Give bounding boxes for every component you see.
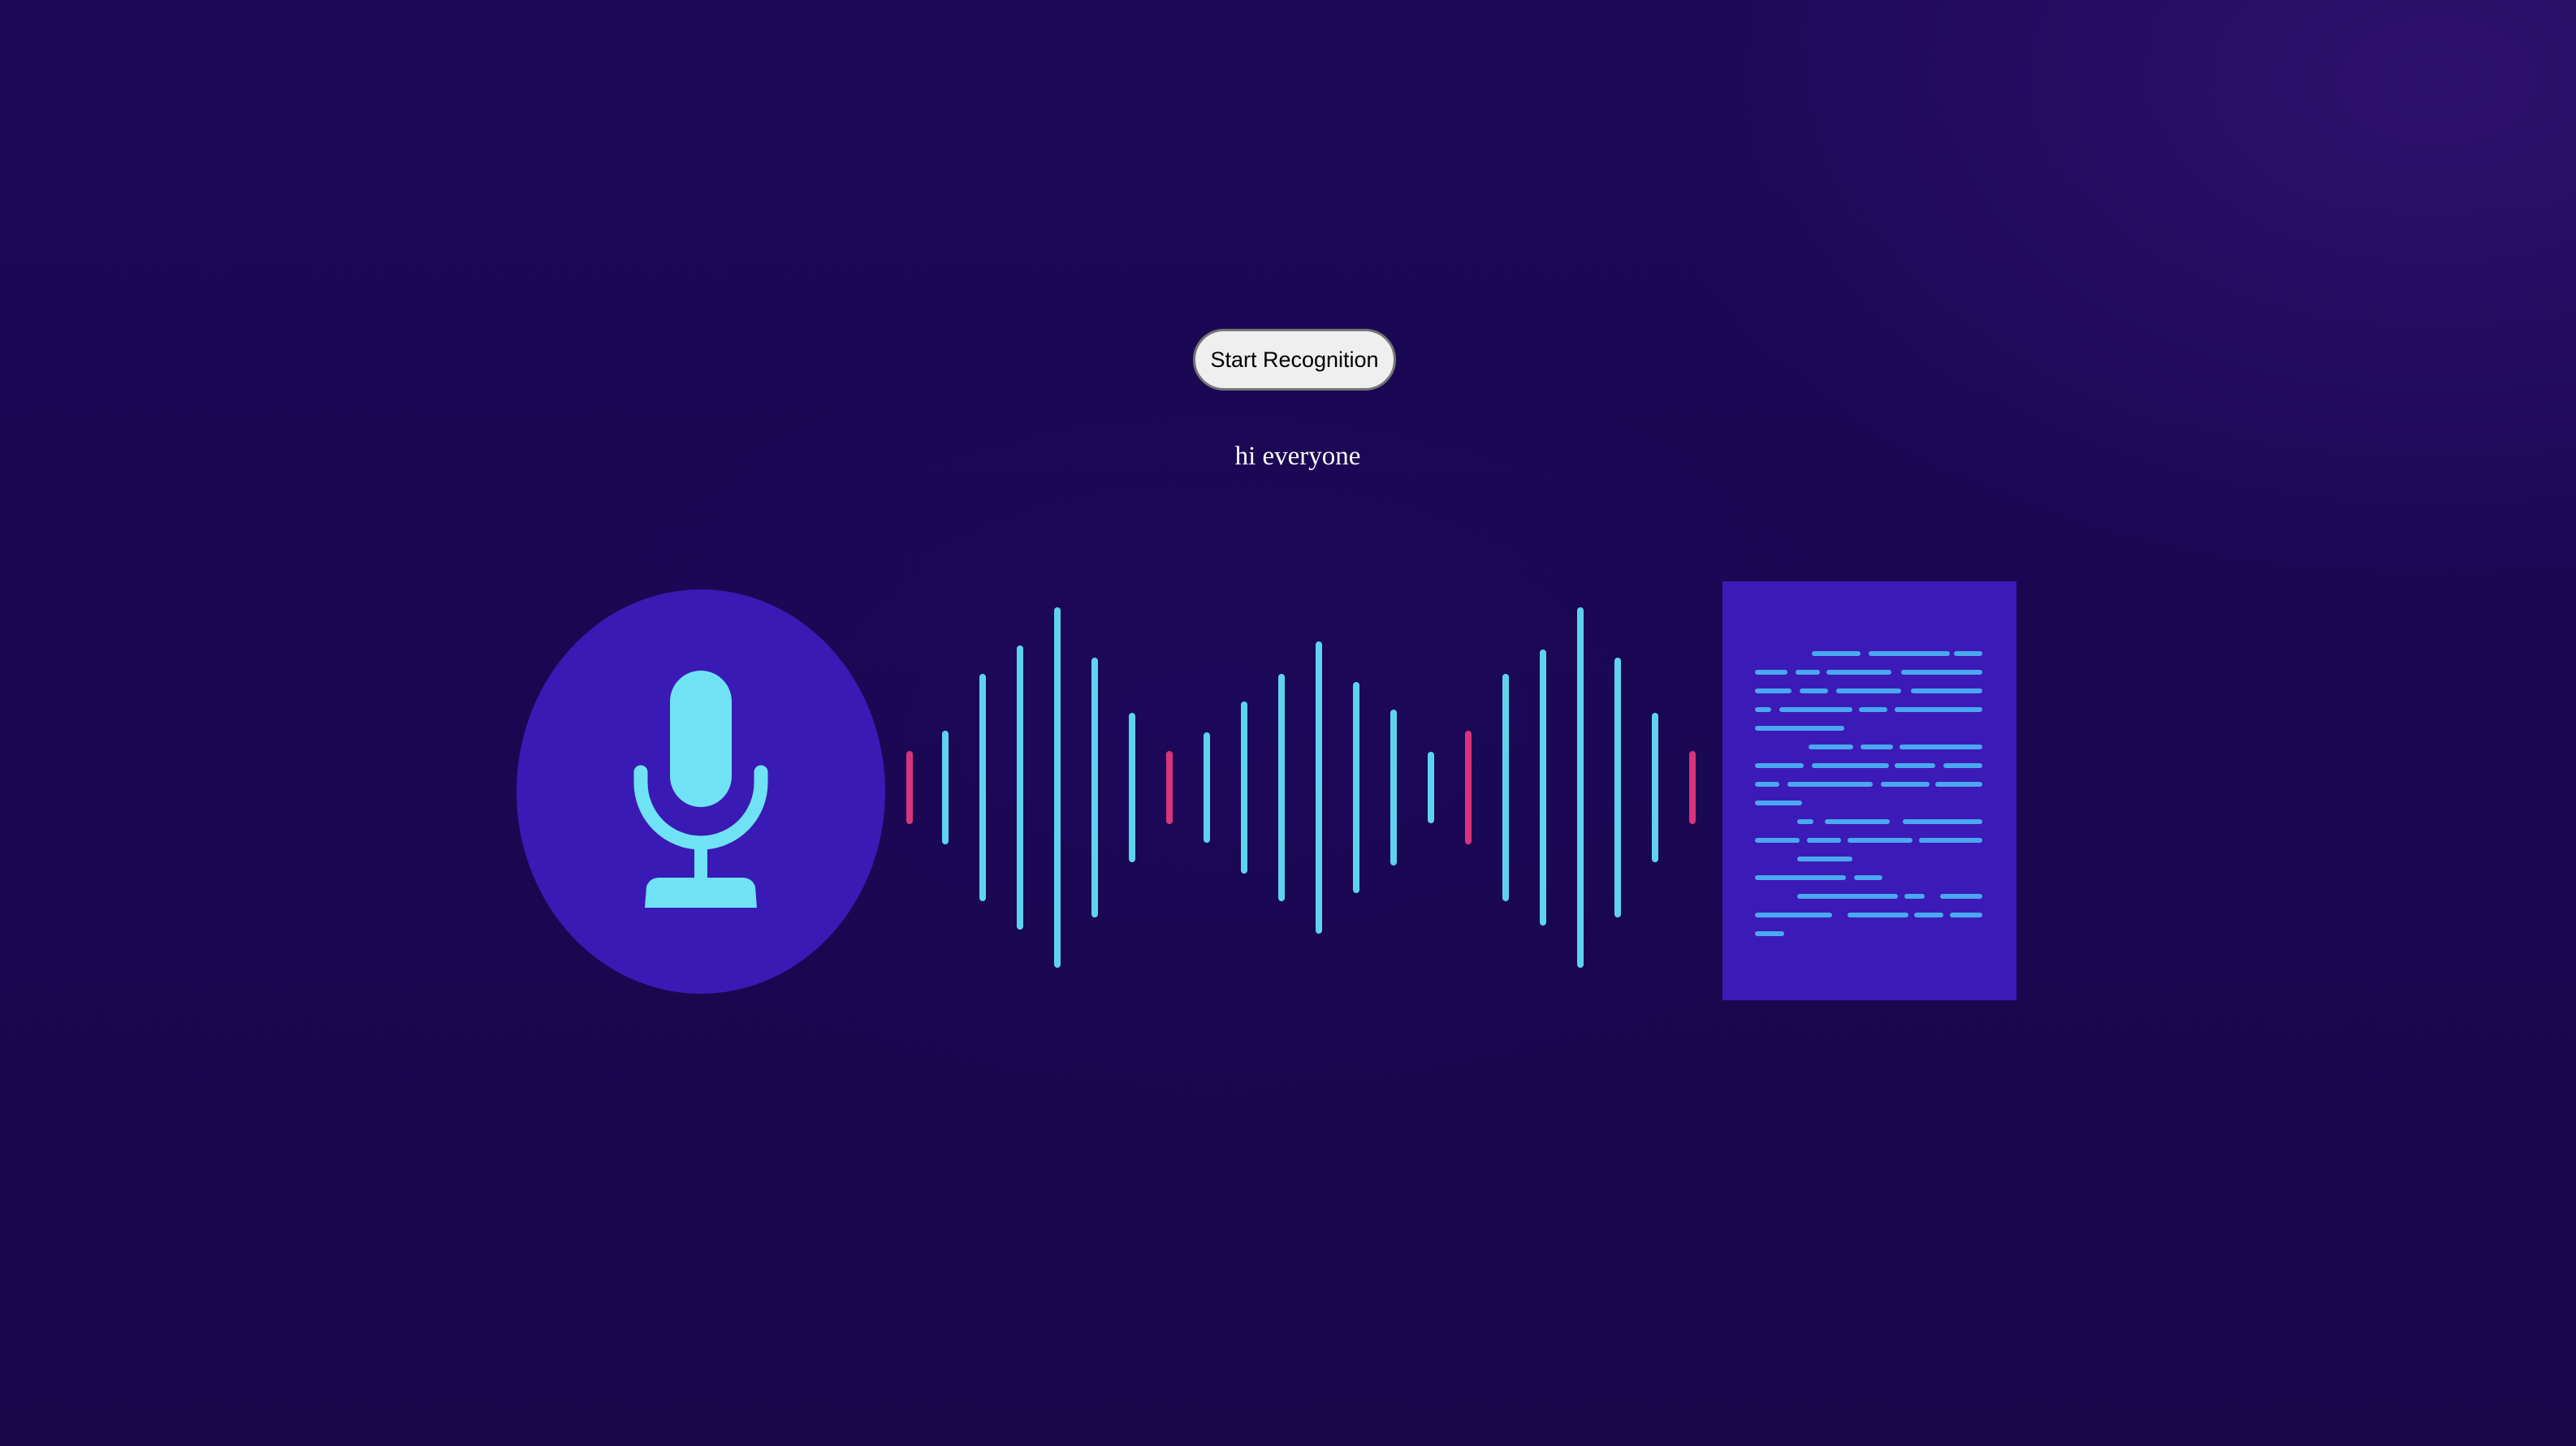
wave-bar <box>1614 658 1621 917</box>
sound-wave <box>906 607 1696 968</box>
document-text-line <box>1812 651 1861 656</box>
document-text-line <box>1755 875 1846 880</box>
document-text-line <box>1940 894 1982 899</box>
document-text-line <box>1900 745 1982 749</box>
document-text-line <box>1755 670 1787 675</box>
wave-bar <box>906 751 913 824</box>
document-text-line <box>1859 707 1887 712</box>
transcript-text: hi everyone <box>1234 442 1361 471</box>
document-text-line <box>1797 894 1898 899</box>
document-text-line <box>1755 931 1784 936</box>
document-text-line <box>1787 782 1873 787</box>
document-text-line <box>1895 763 1935 768</box>
document-text-line <box>1825 819 1890 824</box>
document-text-line <box>1943 763 1982 768</box>
document-text-line <box>1800 688 1828 693</box>
document-text-line <box>1807 838 1841 843</box>
document-text-line <box>1881 782 1930 787</box>
wave-bar <box>1278 674 1285 901</box>
document-text-line <box>1755 913 1832 917</box>
document-text-line <box>1812 763 1889 768</box>
document-text-line <box>1755 763 1804 768</box>
document-text-line <box>1796 670 1820 675</box>
document-text-line <box>1755 707 1771 712</box>
document-text-line <box>1903 819 1982 824</box>
document-text-line <box>1854 875 1882 880</box>
wave-bar <box>1353 682 1359 893</box>
wave-bar <box>1689 751 1696 824</box>
wave-bar <box>1502 674 1509 901</box>
wave-bar <box>1091 658 1098 917</box>
document-text-line <box>1935 782 1982 787</box>
document-text-line <box>1954 651 1982 656</box>
microphone-icon <box>633 671 768 908</box>
wave-bar <box>1390 710 1397 865</box>
document-text-line <box>1848 913 1908 917</box>
wave-bar <box>1129 713 1135 862</box>
document-text-line <box>1919 838 1982 843</box>
document-text-line <box>1914 913 1943 917</box>
document-text-line <box>1797 819 1813 824</box>
document-text-line <box>1869 651 1950 656</box>
document-text-line <box>1901 670 1982 675</box>
document-text-line <box>1755 782 1779 787</box>
document-text-line <box>1950 913 1982 917</box>
wave-bar <box>1054 607 1061 968</box>
document-text-line <box>1911 688 1982 693</box>
document-text-line <box>1755 801 1802 805</box>
document-text-line <box>1779 707 1852 712</box>
wave-bar <box>1316 641 1322 934</box>
document-text-line <box>1895 707 1982 712</box>
document-text-line <box>1755 688 1792 693</box>
document-text-line <box>1755 838 1800 843</box>
document-text-line <box>1826 670 1891 675</box>
wave-bar <box>1577 607 1584 968</box>
text-document-icon <box>1722 581 2016 1000</box>
document-text-line <box>1809 745 1853 749</box>
wave-bar <box>1652 713 1658 862</box>
start-recognition-button[interactable]: Start Recognition <box>1193 329 1396 391</box>
document-text-line <box>1861 745 1893 749</box>
wave-bar <box>979 674 986 901</box>
document-text-line <box>1904 894 1925 899</box>
wave-bar <box>1241 701 1247 874</box>
document-text-line <box>1836 688 1901 693</box>
wave-bar <box>1465 731 1472 844</box>
wave-bar <box>1428 752 1434 823</box>
document-text-line <box>1797 857 1852 861</box>
wave-bar <box>1540 650 1546 926</box>
wave-bar <box>942 731 949 844</box>
wave-bar <box>1166 751 1173 824</box>
document-text-line <box>1848 838 1913 843</box>
wave-bar <box>1204 732 1210 843</box>
document-text-line <box>1755 726 1844 731</box>
wave-bar <box>1017 645 1023 930</box>
